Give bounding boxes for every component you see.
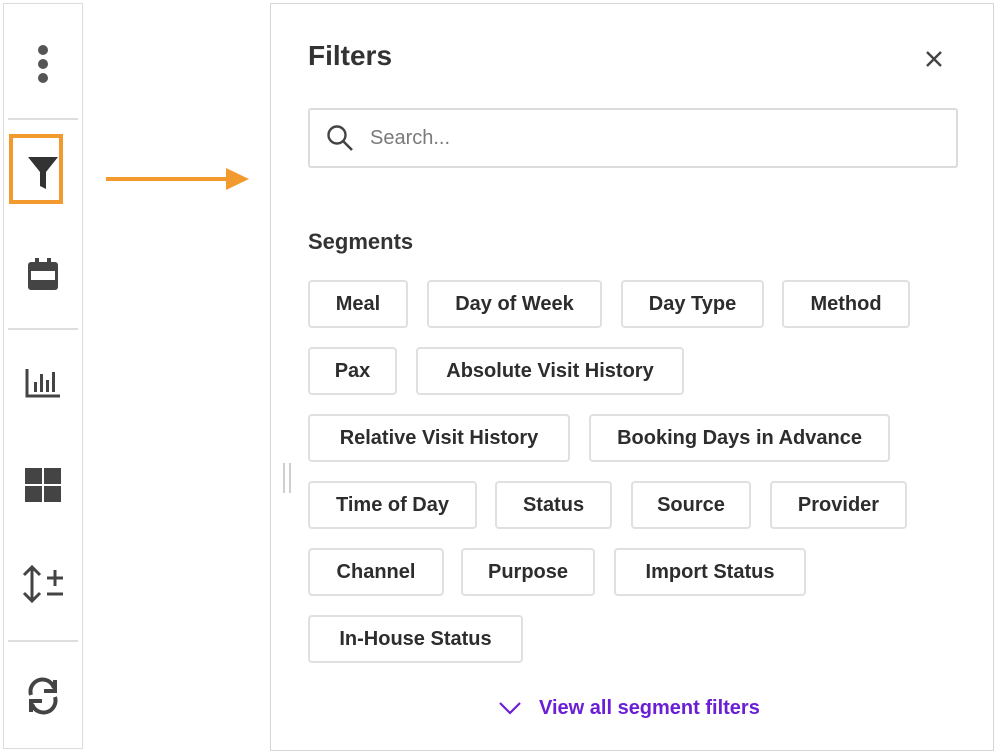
filter-highlight-box [9, 134, 63, 204]
filter-chip-pax[interactable]: Pax [308, 347, 397, 395]
filter-chip-source[interactable]: Source [631, 481, 751, 529]
filter-chip-purpose[interactable]: Purpose [461, 548, 595, 596]
filter-chip-status[interactable]: Status [495, 481, 612, 529]
more-options-button[interactable] [4, 34, 82, 94]
filter-chip-booking-days-in-advance[interactable]: Booking Days in Advance [589, 414, 890, 462]
chart-button[interactable] [4, 353, 82, 413]
segments-section-title: Segments [308, 229, 414, 254]
filter-chip-provider[interactable]: Provider [770, 481, 907, 529]
panel-resize-handle[interactable] [283, 463, 292, 493]
view-all-segment-filters-link[interactable]: View all segment filters [497, 692, 760, 724]
filter-chip-day-type[interactable]: Day Type [621, 280, 764, 328]
callout-arrow [106, 168, 249, 190]
search-icon [326, 124, 354, 152]
filter-chip-relative-visit-history[interactable]: Relative Visit History [308, 414, 570, 462]
calendar-icon [28, 258, 58, 290]
close-button[interactable] [919, 44, 949, 74]
chevron-down-icon [497, 699, 523, 717]
filter-chip-in-house-status[interactable]: In-House Status [308, 615, 523, 663]
bar-chart-icon [25, 369, 60, 398]
sort-button[interactable] [4, 554, 82, 614]
toolbar-divider [8, 640, 78, 642]
filter-chip-day-of-week[interactable]: Day of Week [427, 280, 602, 328]
grid-view-icon [25, 468, 61, 502]
side-toolbar [3, 3, 83, 749]
refresh-icon [28, 677, 58, 715]
panel-title: Filters [308, 40, 393, 71]
sort-plus-minus-icon [22, 564, 63, 604]
filter-chip-method[interactable]: Method [782, 280, 910, 328]
calendar-button[interactable] [4, 244, 82, 304]
grid-view-button[interactable] [4, 455, 82, 515]
refresh-button[interactable] [4, 666, 82, 726]
filter-chip-import-status[interactable]: Import Status [614, 548, 806, 596]
more-vertical-icon [38, 45, 48, 83]
search-input[interactable] [368, 125, 932, 151]
filter-chip-meal[interactable]: Meal [308, 280, 408, 328]
view-all-label: View all segment filters [539, 696, 760, 719]
filter-chip-absolute-visit-history[interactable]: Absolute Visit History [416, 347, 684, 395]
search-box [308, 108, 958, 168]
filter-chip-channel[interactable]: Channel [308, 548, 444, 596]
toolbar-divider [8, 118, 78, 120]
close-icon [926, 51, 942, 67]
filters-panel: Filters Segments Meal Day of Week Day Ty… [270, 3, 994, 751]
filter-chip-time-of-day[interactable]: Time of Day [308, 481, 477, 529]
toolbar-divider [8, 328, 78, 330]
